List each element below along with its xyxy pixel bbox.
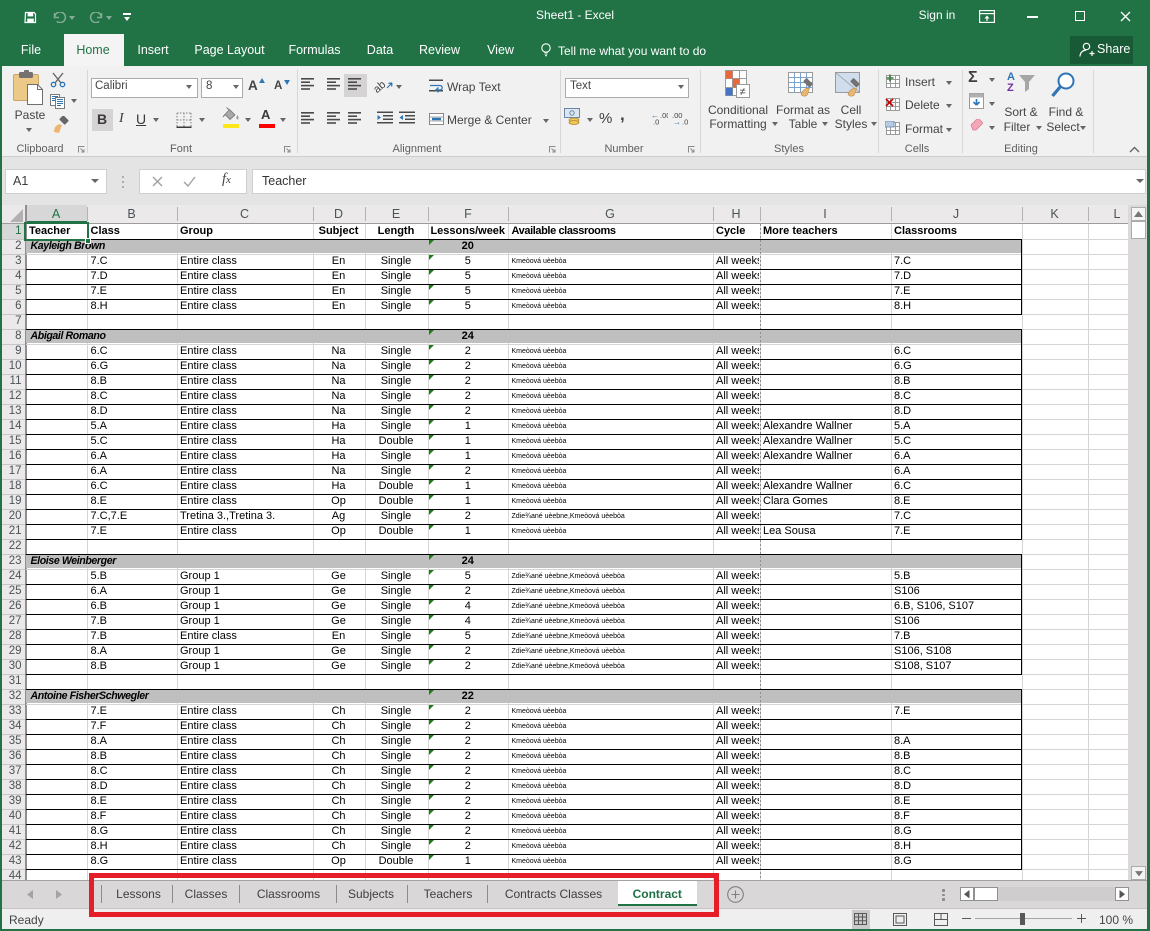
svg-text:≠: ≠: [740, 86, 746, 98]
svg-text:ab: ab: [374, 79, 388, 94]
svg-text:.0: .0: [682, 118, 688, 126]
svg-text:→: →: [673, 118, 681, 126]
svg-text:.0: .0: [653, 118, 659, 126]
svg-text:.00: .00: [660, 111, 668, 120]
